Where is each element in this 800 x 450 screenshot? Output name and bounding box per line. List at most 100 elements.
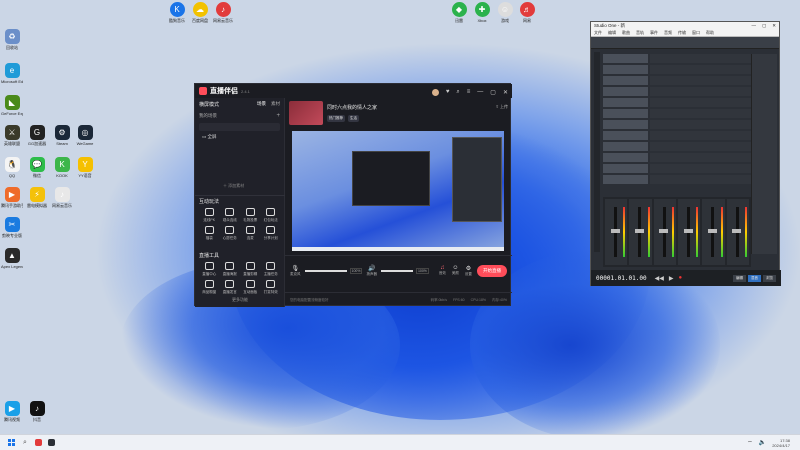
speaker-value[interactable]: 100%	[415, 267, 429, 274]
mic-control[interactable]: 🎙 麦克风	[290, 265, 301, 277]
play-icon[interactable]: ▶	[669, 275, 674, 282]
speaker-slider[interactable]	[380, 269, 413, 272]
mix-view-button[interactable]: 混音	[748, 274, 761, 282]
desktop-icon[interactable]: ♻ 回收站	[1, 29, 23, 51]
desktop-icon[interactable]: K KOOK	[51, 157, 73, 178]
notification-icon[interactable]: ♥	[446, 89, 450, 96]
taskbar-app-live[interactable]	[34, 439, 42, 446]
minimize-icon[interactable]: —	[751, 23, 756, 29]
tool-item[interactable]: 连线PK	[199, 208, 220, 223]
search-icon[interactable]: ⌕	[456, 89, 459, 96]
tool-item[interactable]: 分享计划	[261, 226, 282, 241]
mic-slider[interactable]	[304, 269, 347, 272]
tool-item[interactable]: 主播任务	[261, 262, 282, 277]
room-tag[interactable]: 生活	[348, 115, 359, 122]
tool-item[interactable]: 直播剪辑	[240, 262, 261, 277]
close-icon[interactable]: ✕	[772, 23, 776, 29]
wifi-icon[interactable]: ⌔	[747, 439, 753, 447]
sound-effect-button[interactable]: ♫ 音效	[439, 265, 446, 277]
studio-track-row[interactable]	[603, 54, 753, 63]
maximize-icon[interactable]: ▢	[490, 89, 496, 96]
desktop-icon[interactable]: ⚔ 英雄联盟	[1, 125, 23, 147]
start-icon[interactable]	[8, 439, 15, 446]
add-material-button[interactable]: ＋ 添加素材	[223, 183, 244, 189]
studio-track-row[interactable]	[603, 120, 753, 129]
tab-material[interactable]: 素材	[271, 101, 280, 108]
maximize-icon[interactable]: ▢	[762, 23, 766, 29]
desktop-icon[interactable]: ♬ 网易	[516, 2, 538, 24]
desktop-icon[interactable]: ✚ Xbox	[471, 2, 493, 23]
tool-item[interactable]: 互动面板	[240, 280, 261, 295]
desktop-icon[interactable]: G GG加速器	[26, 125, 48, 147]
desktop-icon[interactable]: ⚙ Steam	[51, 125, 73, 146]
studio-track-row[interactable]	[603, 109, 753, 118]
studio-menu-item[interactable]: 窗口	[692, 30, 700, 36]
volume-icon[interactable]: 🔈	[759, 439, 766, 446]
speaker-control[interactable]: 🔊 扬声器	[366, 265, 377, 277]
menu-icon[interactable]: ≡	[467, 89, 471, 96]
desktop-icon[interactable]: 💬 微信	[26, 157, 48, 179]
rewind-icon[interactable]: ◀◀	[655, 275, 664, 282]
mixer-channel[interactable]	[677, 199, 701, 265]
studio-track-row[interactable]	[603, 98, 753, 107]
taskbar-app-studio[interactable]	[47, 439, 55, 446]
minimize-icon[interactable]: —	[477, 89, 483, 96]
room-tag[interactable]: 热门推荐	[327, 115, 345, 122]
mic-value[interactable]: 100%	[349, 267, 363, 274]
studio-menu-item[interactable]: 编辑	[608, 30, 616, 36]
desktop-icon[interactable]: K 酷狗音乐	[166, 2, 188, 24]
studio-track-row[interactable]	[603, 65, 753, 74]
tool-item[interactable]: 连麦	[240, 226, 261, 241]
studio-track-row[interactable]	[603, 142, 753, 151]
desktop-icon[interactable]: ♪ 抖音	[26, 401, 48, 423]
mixer-channel[interactable]	[726, 199, 749, 265]
more-features-button[interactable]: 更多功能	[195, 297, 285, 303]
tool-item[interactable]: 心愿任务	[220, 226, 241, 241]
add-scene-icon[interactable]: +	[276, 113, 280, 119]
tool-item[interactable]: 打赏特效	[261, 280, 282, 295]
desktop-icon[interactable]: ▶ 腾讯视频	[1, 401, 23, 423]
desktop-icon[interactable]: 🐧 QQ	[1, 157, 23, 178]
studio-menu-item[interactable]: 传输	[678, 30, 686, 36]
edit-view-button[interactable]: 编辑	[733, 274, 746, 282]
desktop-icon[interactable]: ☺ 游戏	[494, 2, 516, 24]
mixer-channel[interactable]	[702, 199, 725, 265]
scene-row-placeholder[interactable]	[199, 123, 280, 131]
browse-view-button[interactable]: 浏览	[763, 274, 776, 282]
live-preview[interactable]	[292, 131, 504, 251]
studio-track-row[interactable]	[603, 131, 753, 140]
desktop-icon[interactable]: ✂ 剪映专业版	[1, 217, 23, 239]
studio-track-row[interactable]	[603, 175, 753, 184]
start-live-button[interactable]: 开始直播	[477, 264, 507, 277]
settings-button[interactable]: ⚙ 设置	[465, 265, 472, 277]
desktop-icon[interactable]: ◎ WeGame	[74, 125, 96, 146]
studio-browser-panel[interactable]	[751, 54, 777, 254]
desktop-icon[interactable]: ♪ 网易云音乐	[51, 187, 73, 209]
studio-track-row[interactable]	[603, 76, 753, 85]
tool-item[interactable]: 观众连线	[220, 208, 241, 223]
record-icon[interactable]: ●	[678, 275, 682, 282]
studio-menu-item[interactable]: 文件	[594, 30, 602, 36]
room-title[interactable]: 同时六点我的情人之家	[327, 104, 377, 111]
studio-menu-item[interactable]: 帮助	[706, 30, 714, 36]
mixer-channel[interactable]	[605, 199, 628, 265]
studio-menu-item[interactable]: 音轨	[636, 30, 644, 36]
desktop-icon[interactable]: ♪ 网易云音乐	[212, 2, 234, 24]
avatar[interactable]	[431, 89, 439, 96]
desktop-icon[interactable]: ⚡ 雷电模拟器	[26, 187, 48, 209]
mixer-channel[interactable]	[629, 199, 652, 265]
studio-toolbar[interactable]	[591, 37, 779, 49]
desktop-icon[interactable]: ◣GeForce Experience	[1, 95, 23, 116]
mixer-channel[interactable]	[653, 199, 676, 265]
studio-menu-item[interactable]: 歌曲	[622, 30, 630, 36]
search-icon[interactable]: ⌕	[23, 439, 27, 447]
tool-item[interactable]: 商品橱窗	[199, 280, 220, 295]
mode-select[interactable]: 横屏模式	[199, 101, 219, 108]
tool-item[interactable]: 红包玩法	[261, 208, 282, 223]
upload-button[interactable]: ⇪ 上传	[496, 104, 508, 110]
studio-track-row[interactable]	[603, 87, 753, 96]
scene-item[interactable]: ▭ 全屏	[199, 133, 280, 141]
clock[interactable]: 17:38 2024/4/17	[772, 438, 790, 448]
tool-item[interactable]: 直播中心	[199, 262, 220, 277]
studio-menu-item[interactable]: 事件	[650, 30, 658, 36]
